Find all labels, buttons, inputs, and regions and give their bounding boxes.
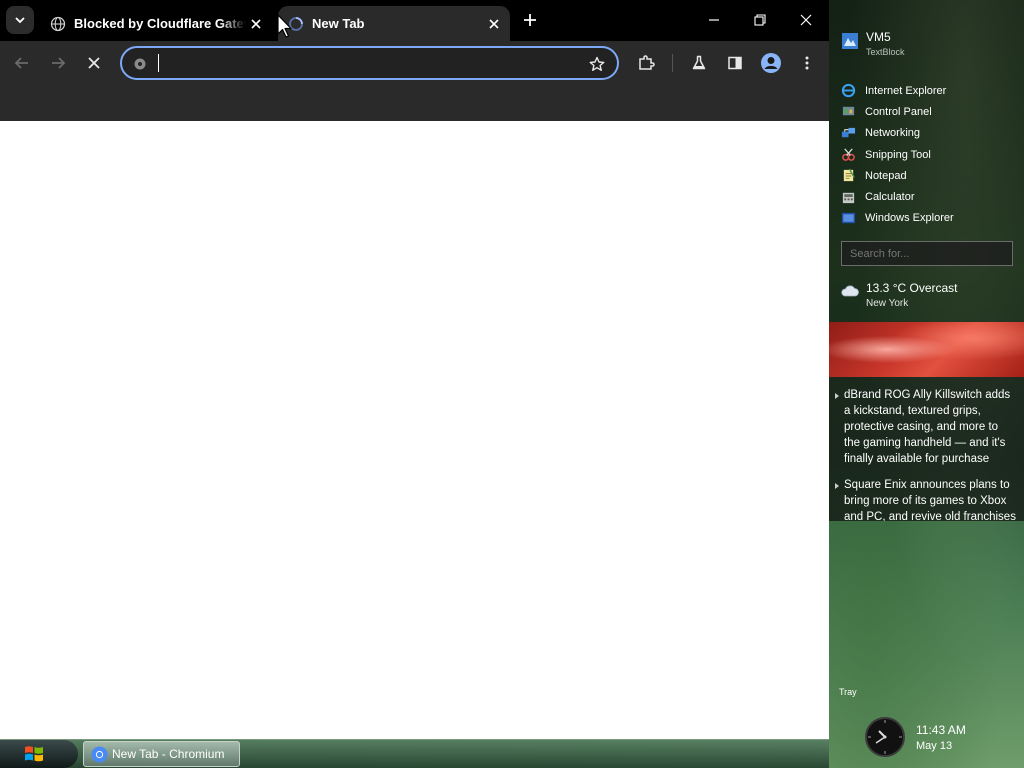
launcher-item-calculator[interactable]: Calculator: [841, 186, 1016, 207]
vm-subtitle: TextBlock: [866, 47, 905, 57]
launcher-item-label: Internet Explorer: [865, 84, 947, 97]
restore-icon: [754, 14, 766, 26]
launcher-item-control-panel[interactable]: Control Panel: [841, 101, 1016, 122]
side-panel-icon: [728, 56, 742, 70]
tab-new-tab[interactable]: New Tab: [278, 6, 510, 41]
launcher-item-label: Networking: [865, 127, 921, 140]
notepad-icon: [843, 168, 855, 182]
taskbar-item-label: New Tab - Chromium: [112, 747, 225, 761]
tab-blocked-cloudflare[interactable]: Blocked by Cloudflare Gateway: [40, 6, 272, 41]
stop-loading-button[interactable]: [80, 49, 108, 77]
close-window-button[interactable]: [783, 0, 829, 40]
restore-button[interactable]: [737, 0, 783, 40]
launcher-item-internet-explorer[interactable]: Internet Explorer: [841, 80, 1016, 101]
close-tab-icon[interactable]: [484, 14, 504, 34]
more-vertical-icon: [805, 56, 809, 70]
taskbar-item-chromium[interactable]: New Tab - Chromium: [83, 741, 240, 767]
news-item[interactable]: dBrand ROG Ally Killswitch adds a kickst…: [829, 377, 1024, 467]
news-headline: Square Enix announces plans to bring mor…: [844, 479, 1016, 521]
news-headline: dBrand ROG Ally Killswitch adds a kickst…: [844, 389, 1011, 465]
labs-button[interactable]: [685, 49, 713, 77]
browser-toolbar: [0, 41, 829, 85]
windows-explorer-icon: [841, 212, 856, 224]
control-panel-icon: [842, 107, 855, 116]
globe-icon: [50, 16, 66, 31]
launcher-item-label: Calculator: [865, 191, 915, 204]
desktop-sidebar: VM5 TextBlock Internet Explorer Control …: [829, 0, 1024, 768]
close-tab-icon[interactable]: [246, 14, 266, 34]
back-button[interactable]: [8, 49, 36, 77]
launcher-item-notepad[interactable]: Notepad: [841, 165, 1016, 186]
puzzle-icon: [639, 55, 655, 70]
tray-label: Tray: [839, 687, 857, 697]
weather-city: New York: [866, 298, 909, 309]
news-item[interactable]: Square Enix announces plans to bring mor…: [829, 467, 1024, 521]
clock-gadget[interactable]: 11:43 AM May 13: [864, 716, 966, 758]
chromium-icon: [91, 746, 108, 762]
page-content[interactable]: [0, 121, 829, 739]
tab-strip: Blocked by Cloudflare Gateway New Tab: [0, 0, 829, 41]
tab-search-button[interactable]: [6, 6, 34, 34]
news-image: [829, 322, 1024, 377]
close-icon: [800, 14, 812, 26]
launcher-item-networking[interactable]: Networking: [841, 123, 1016, 144]
vm-name: VM5: [866, 30, 891, 44]
page-info-icon: [134, 58, 146, 70]
snipping-tool-icon: [842, 148, 855, 161]
chromium-window: Blocked by Cloudflare Gateway New Tab: [0, 0, 829, 739]
sidebar-header-panel: VM5 TextBlock Internet Explorer Control …: [829, 0, 1024, 322]
text-caret: [158, 54, 159, 72]
tab-title: New Tab: [312, 16, 365, 31]
minimize-icon: [709, 19, 719, 21]
minimize-button[interactable]: [691, 0, 737, 40]
bullet-icon: [835, 483, 839, 489]
start-button[interactable]: [0, 740, 78, 768]
launcher-item-label: Snipping Tool: [865, 148, 931, 161]
news-feed: dBrand ROG Ally Killswitch adds a kickst…: [829, 377, 1024, 521]
weather-temperature: 13.3 °C Overcast: [866, 281, 958, 295]
star-icon: [589, 56, 605, 71]
side-panel-button[interactable]: [721, 49, 749, 77]
tab-title: Blocked by Cloudflare Gateway: [74, 16, 246, 31]
internet-explorer-icon: [841, 83, 856, 98]
new-tab-button[interactable]: [518, 8, 542, 32]
arrow-right-icon: [52, 57, 66, 69]
flask-icon: [692, 55, 706, 70]
extensions-button[interactable]: [632, 49, 660, 77]
profile-button[interactable]: [757, 49, 785, 77]
launcher-item-label: Notepad: [865, 169, 907, 182]
chevron-down-icon: [15, 17, 25, 24]
vm-header: VM5 TextBlock: [841, 30, 905, 57]
analog-clock-icon: [865, 717, 905, 757]
clock-date: May 13: [916, 739, 953, 752]
arrow-left-icon: [14, 57, 28, 69]
close-icon: [88, 57, 100, 69]
clock-time: 11:43 AM: [916, 722, 966, 737]
weather-gadget[interactable]: 13.3 °C Overcast New York: [841, 281, 958, 309]
taskbar: New Tab - Chromium: [0, 739, 829, 768]
computer-icon: [842, 33, 858, 49]
browser-menu-button[interactable]: [793, 49, 821, 77]
forward-button[interactable]: [44, 49, 72, 77]
bookmark-star-button[interactable]: [587, 54, 607, 74]
plus-icon: [524, 14, 536, 26]
networking-icon: [841, 127, 856, 137]
bullet-icon: [835, 393, 839, 399]
mouse-pointer-icon: [277, 14, 292, 38]
address-input[interactable]: [156, 52, 576, 74]
cloud-icon: [841, 285, 859, 297]
launcher-item-snipping-tool[interactable]: Snipping Tool: [841, 144, 1016, 165]
app-launcher-list: Internet Explorer Control Panel Networki…: [841, 80, 1016, 229]
launcher-item-label: Control Panel: [865, 105, 932, 118]
sidebar-search-input[interactable]: [841, 241, 1013, 266]
launcher-item-label: Windows Explorer: [865, 212, 954, 225]
launcher-item-windows-explorer[interactable]: Windows Explorer: [841, 208, 1016, 229]
toolbar-divider: [672, 54, 673, 72]
address-bar[interactable]: [120, 46, 619, 80]
calculator-icon: [842, 192, 855, 203]
avatar-icon: [761, 53, 781, 73]
toolbar-extension-area: [0, 85, 829, 121]
windows-logo-icon: [25, 746, 43, 762]
desktop: Blocked by Cloudflare Gateway New Tab: [0, 0, 1024, 768]
